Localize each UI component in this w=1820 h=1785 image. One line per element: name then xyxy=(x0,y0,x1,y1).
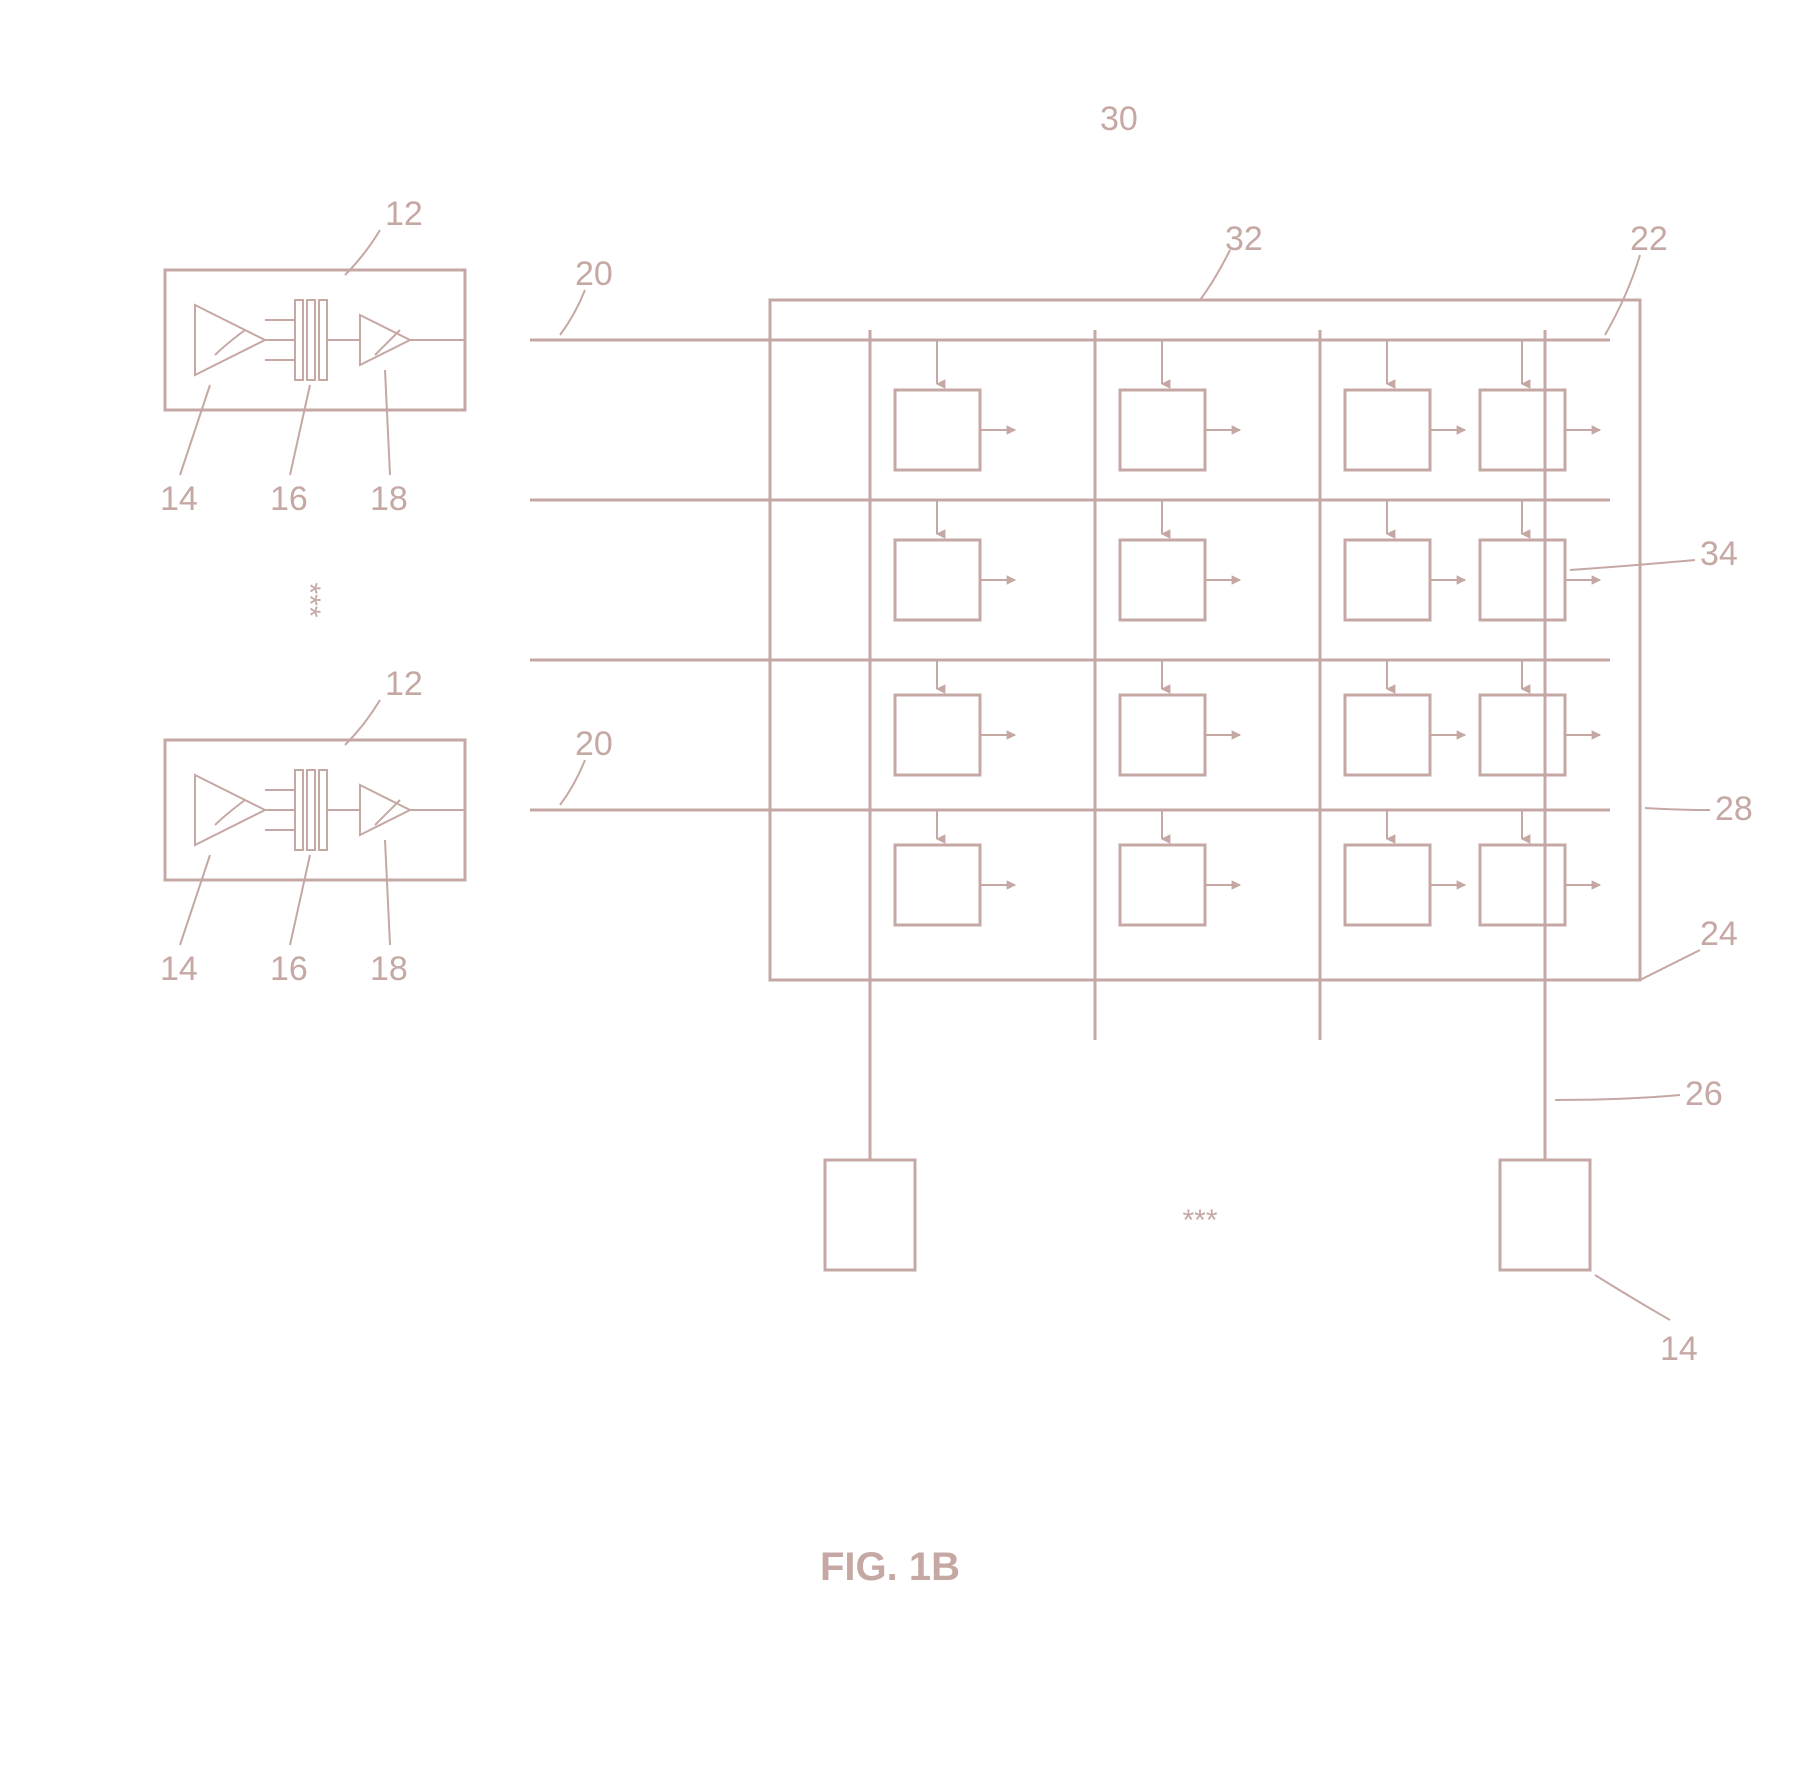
grid-cell xyxy=(895,340,1015,470)
label-20: 20 xyxy=(575,255,613,293)
grid-cell xyxy=(1345,810,1465,925)
label-24: 24 xyxy=(1700,915,1738,953)
grid-cell xyxy=(1345,660,1465,775)
label-26: 26 xyxy=(1685,1075,1723,1113)
label-14: 14 xyxy=(1660,1330,1698,1368)
grid-cell xyxy=(1480,340,1600,470)
grid-cell xyxy=(895,810,1015,925)
grid-cell xyxy=(1120,340,1240,470)
label-18: 18 xyxy=(370,950,408,988)
label-12: 12 xyxy=(385,195,423,233)
grid-cell xyxy=(1120,500,1240,620)
label-16: 16 xyxy=(270,480,308,518)
input-module xyxy=(165,740,465,880)
grid-cell xyxy=(1345,340,1465,470)
input-module xyxy=(165,270,465,410)
grid-cell xyxy=(895,500,1015,620)
grid-cell xyxy=(1480,810,1600,925)
label-14: 14 xyxy=(160,950,198,988)
grid-cell xyxy=(1480,500,1600,620)
svg-text:***: *** xyxy=(293,582,326,617)
label-14: 14 xyxy=(160,480,198,518)
label-12: 12 xyxy=(385,665,423,703)
label-34: 34 xyxy=(1700,535,1738,573)
grid-cell xyxy=(1480,660,1600,775)
output-block xyxy=(825,1160,915,1270)
label-22: 22 xyxy=(1630,220,1668,258)
grid-cell xyxy=(1345,500,1465,620)
label-32: 32 xyxy=(1225,220,1263,258)
output-block xyxy=(1500,1160,1590,1270)
label-28: 28 xyxy=(1715,790,1753,828)
grid-cell xyxy=(895,660,1015,775)
figure-caption: FIG. 1B xyxy=(820,1545,960,1589)
label-18: 18 xyxy=(370,480,408,518)
grid-cell xyxy=(1120,810,1240,925)
diagram-figure: *** *** 30 12 12 20 20 14 16 18 14 16 18… xyxy=(0,0,1820,1785)
label-16: 16 xyxy=(270,950,308,988)
label-30: 30 xyxy=(1100,100,1138,138)
svg-text:***: *** xyxy=(1182,1204,1217,1237)
label-20: 20 xyxy=(575,725,613,763)
grid-cell xyxy=(1120,660,1240,775)
